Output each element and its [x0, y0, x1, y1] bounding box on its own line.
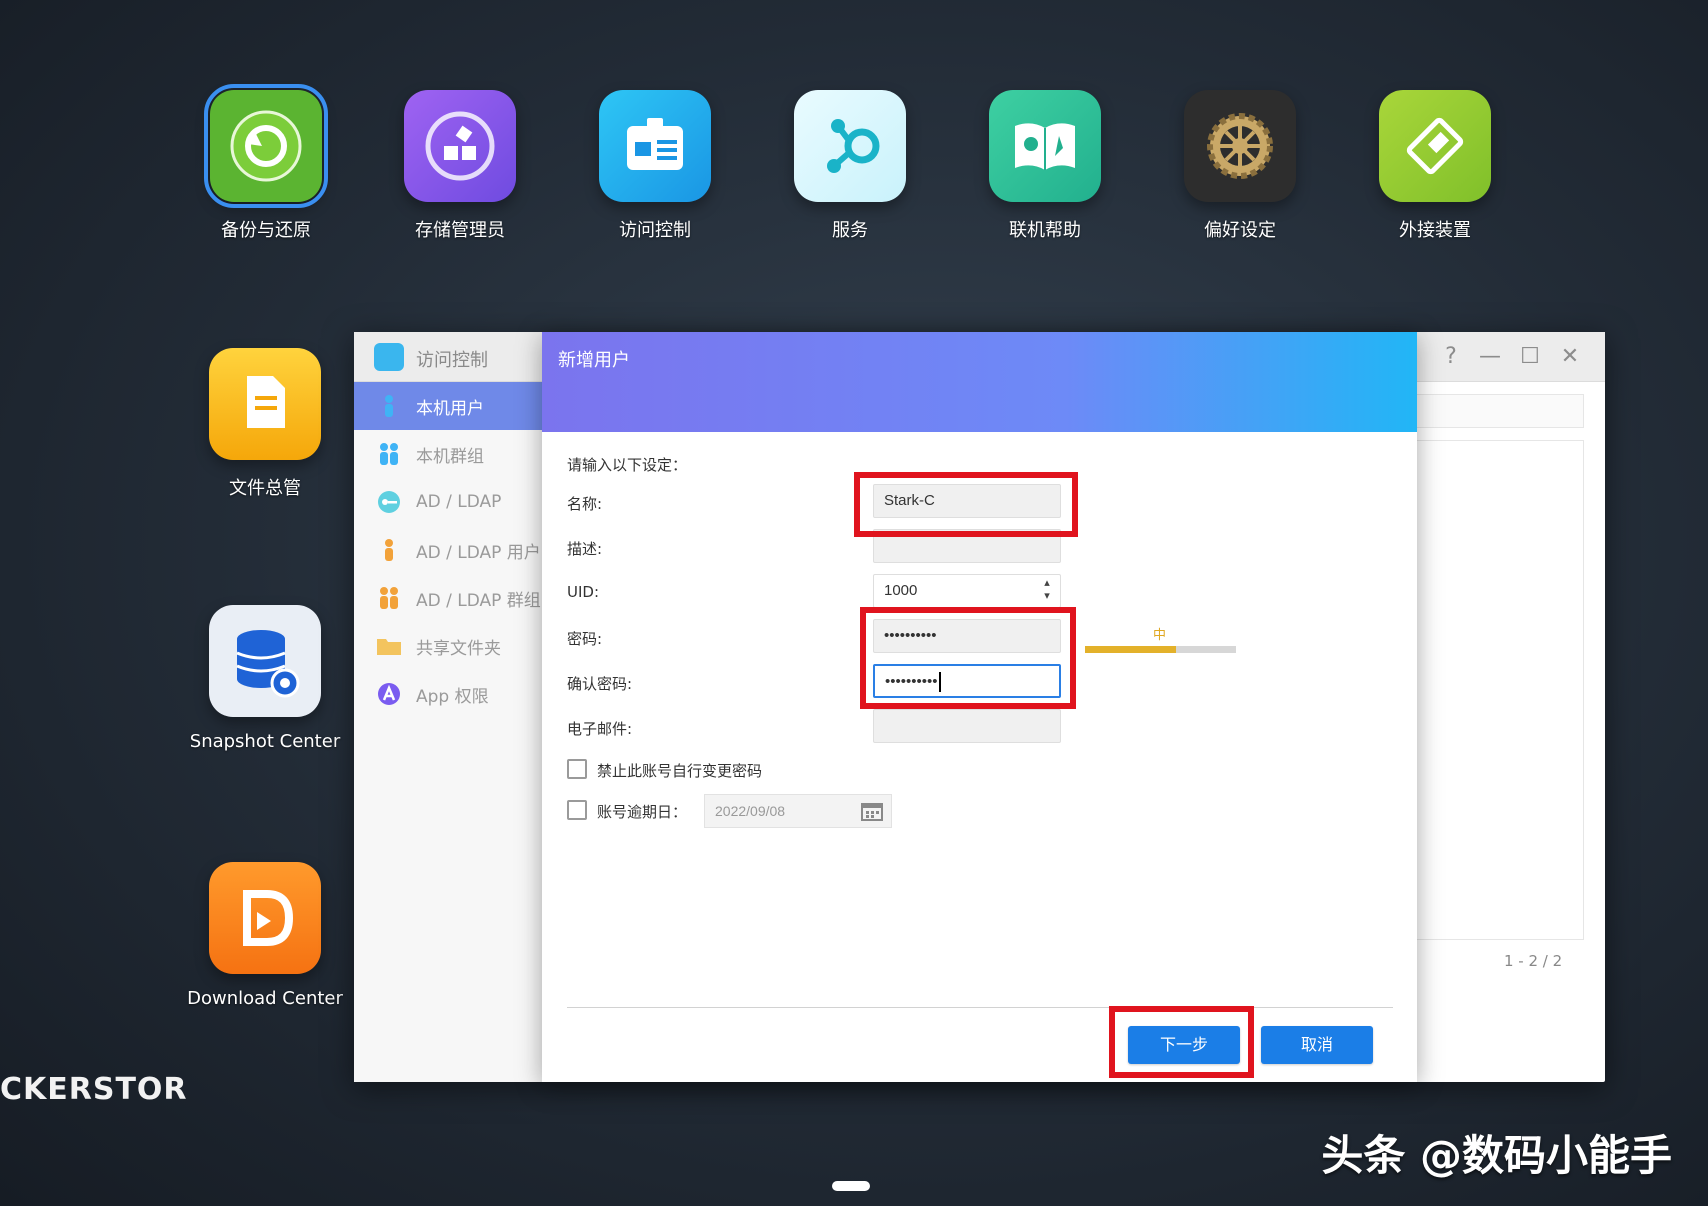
password-strength-bar [1085, 646, 1236, 653]
sidebar-item-label: AD / LDAP 群组 [416, 590, 541, 611]
dialog-header[interactable]: 新增用户 [542, 332, 1417, 432]
disallow-password-change-label: 禁止此账号自行变更密码 [597, 762, 763, 780]
desktop-icon-label: 访问控制 [619, 220, 691, 241]
add-user-dialog: 新增用户 请输入以下设定： 名称: Stark-C 描述: UID: 1000 … [542, 332, 1417, 1082]
access-control-icon [599, 90, 711, 202]
external-device-icon [1379, 90, 1491, 202]
sidebar-item-ad-ldap-users[interactable]: AD / LDAP 用户 [354, 526, 544, 574]
key-icon [378, 491, 400, 513]
expiry-date-input[interactable]: 2022/09/08 [704, 794, 892, 828]
email-label: 电子邮件: [567, 720, 633, 738]
desktop-icon-download-center[interactable]: Download Center [165, 862, 365, 1009]
window-sidebar: 本机用户 本机群组 AD / LDAP AD / LDAP 用户 AD / LD… [354, 382, 544, 1082]
watermark-credit: 头条 @数码小能手 [1321, 1131, 1672, 1180]
disallow-password-change-checkbox[interactable] [567, 759, 587, 779]
group-icon [380, 443, 398, 465]
desktop-icon-label: 外接装置 [1399, 220, 1471, 241]
desktop-icon-label: 文件总管 [229, 478, 301, 499]
text-caret [938, 672, 941, 693]
search-input[interactable] [1414, 394, 1584, 428]
services-icon [794, 90, 906, 202]
sidebar-item-shared-folders[interactable]: 共享文件夹 [354, 622, 544, 670]
password-strength-label: 中 [1153, 628, 1167, 643]
desktop-icon-backup-restore[interactable]: 备份与还原 [166, 84, 366, 242]
window-title: 访问控制 [416, 350, 488, 371]
desktop-icon-label: 存储管理员 [415, 220, 505, 241]
online-help-icon [989, 90, 1101, 202]
sidebar-item-label: 共享文件夹 [416, 638, 501, 659]
home-indicator[interactable] [832, 1181, 870, 1191]
sidebar-item-ad-ldap[interactable]: AD / LDAP [354, 478, 544, 526]
storage-manager-icon [404, 90, 516, 202]
sidebar-item-label: App 权限 [416, 686, 489, 707]
cancel-button[interactable]: 取消 [1261, 1026, 1373, 1064]
minimize-icon[interactable]: — [1476, 344, 1504, 370]
user-list-table [1414, 440, 1584, 940]
password-strength-fill [1085, 646, 1176, 653]
calendar-icon[interactable] [861, 801, 883, 821]
uid-value: 1000 [884, 582, 918, 599]
help-icon[interactable]: ? [1437, 344, 1465, 370]
desktop-icon-label: Download Center [187, 988, 343, 1009]
account-expiry-label: 账号逾期日： [597, 803, 688, 821]
sidebar-item-app-permissions[interactable]: App 权限 [354, 670, 544, 718]
sidebar-item-label: 本机用户 [416, 398, 484, 419]
expiry-date-value: 2022/09/08 [715, 803, 786, 819]
app-icon [378, 683, 400, 705]
desktop-icon-storage-manager[interactable]: 存储管理员 [360, 90, 560, 242]
user-icon [385, 539, 393, 561]
name-label: 名称: [567, 495, 603, 513]
uid-label: UID: [567, 583, 600, 601]
password-value: •••••••••• [884, 627, 937, 644]
desktop-icon-external-device[interactable]: 外接装置 [1335, 90, 1535, 242]
description-label: 描述: [567, 540, 603, 558]
name-value: Stark-C [884, 492, 935, 509]
sidebar-item-label: AD / LDAP [416, 492, 502, 512]
access-control-icon [374, 343, 404, 371]
close-icon[interactable]: ✕ [1556, 344, 1584, 370]
desktop-icon-file-manager[interactable]: 文件总管 [165, 348, 365, 500]
sidebar-item-local-users[interactable]: 本机用户 [354, 382, 544, 430]
dialog-divider [567, 1007, 1393, 1008]
pagination-text: 1 - 2 / 2 [1504, 952, 1563, 970]
desktop-icon-label: 服务 [832, 220, 868, 241]
desktop-icon-services[interactable]: 服务 [750, 90, 950, 242]
snapshot-center-icon [209, 605, 321, 717]
maximize-icon[interactable]: ☐ [1516, 344, 1544, 370]
uid-stepper[interactable]: 1000 ▴ ▾ [873, 574, 1061, 608]
form-prompt: 请输入以下设定： [567, 456, 688, 474]
description-field[interactable] [873, 529, 1061, 563]
desktop-icon-access-control[interactable]: 访问控制 [555, 90, 755, 242]
sidebar-item-ad-ldap-groups[interactable]: AD / LDAP 群组 [354, 574, 544, 622]
email-field[interactable] [873, 709, 1061, 743]
group-icon [380, 587, 398, 609]
download-center-icon [209, 862, 321, 974]
desktop-icon-label: 备份与还原 [221, 220, 311, 241]
dialog-title: 新增用户 [558, 350, 630, 371]
desktop-icon-preferences[interactable]: 偏好设定 [1140, 90, 1340, 242]
sidebar-item-label: 本机群组 [416, 446, 484, 467]
confirm-password-field[interactable]: •••••••••• [873, 664, 1061, 698]
desktop-icon-label: 偏好设定 [1204, 220, 1276, 241]
desktop-icon-online-help[interactable]: 联机帮助 [945, 90, 1145, 242]
desktop-icon-label: 联机帮助 [1009, 220, 1081, 241]
preferences-icon [1184, 90, 1296, 202]
account-expiry-checkbox[interactable] [567, 800, 587, 820]
stepper-arrows-icon[interactable]: ▴ ▾ [1040, 577, 1054, 603]
file-manager-icon [209, 348, 321, 460]
next-button[interactable]: 下一步 [1128, 1026, 1240, 1064]
backup-restore-icon [204, 84, 328, 208]
user-icon [385, 395, 393, 417]
folder-icon [377, 639, 401, 655]
brand-logo: CKERSTOR [0, 1072, 188, 1107]
confirm-password-label: 确认密码: [567, 675, 633, 693]
password-field[interactable]: •••••••••• [873, 619, 1061, 653]
desktop-icon-snapshot-center[interactable]: Snapshot Center [165, 605, 365, 752]
sidebar-item-label: AD / LDAP 用户 [416, 542, 541, 563]
sidebar-item-local-groups[interactable]: 本机群组 [354, 430, 544, 478]
name-field[interactable]: Stark-C [873, 484, 1061, 518]
password-label: 密码: [567, 630, 603, 648]
confirm-password-value: •••••••••• [885, 673, 938, 690]
desktop-icon-label: Snapshot Center [189, 731, 341, 752]
